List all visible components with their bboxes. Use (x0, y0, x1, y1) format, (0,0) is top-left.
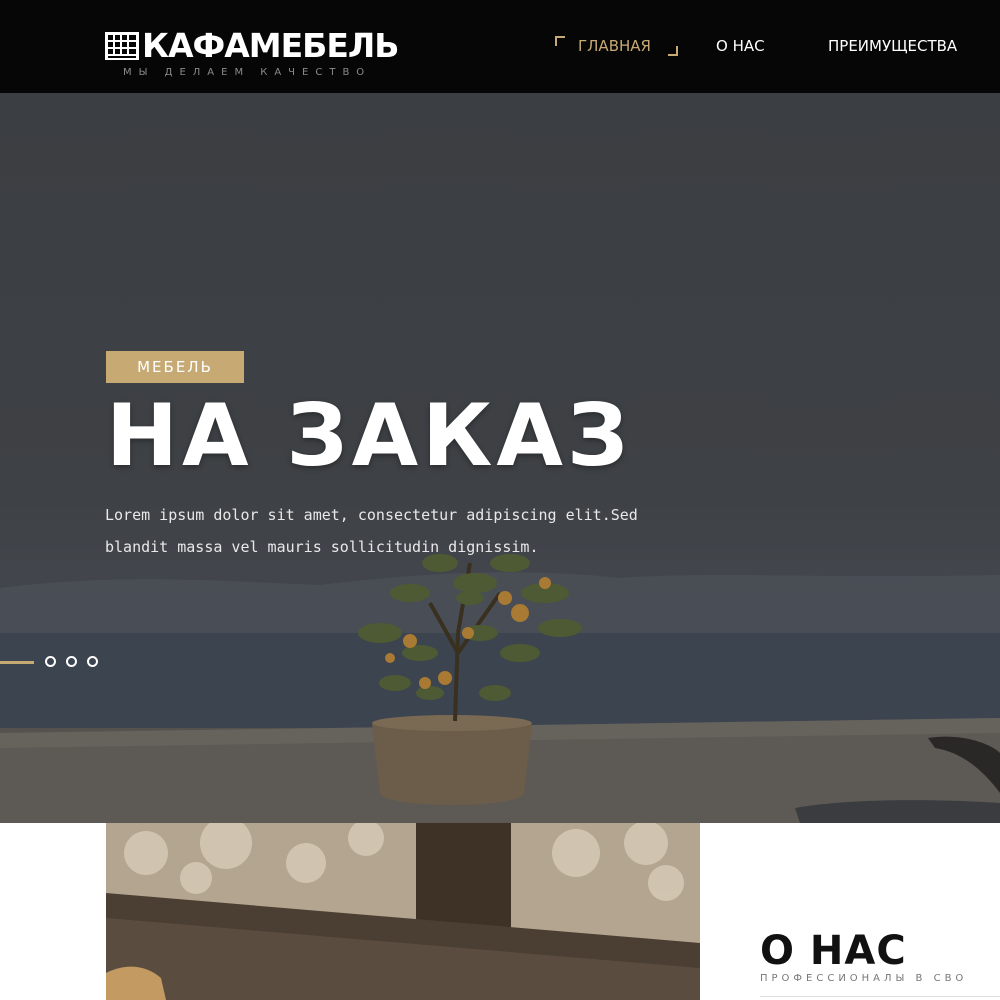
hero-badge: МЕБЕЛЬ (106, 351, 244, 383)
hero-slider: МЕБЕЛЬ НА ЗАКАЗ Lorem ipsum dolor sit am… (0, 93, 1000, 823)
about-divider (760, 996, 1000, 997)
logo[interactable]: КАФАМЕБЕЛЬ (104, 26, 399, 65)
about-subtitle: ПРОФЕССИОНАЛЫ В СВО (760, 973, 968, 984)
about-photo (106, 823, 700, 1000)
site-header: КАФАМЕБЕЛЬ МЫ ДЕЛАЕМ КАЧЕСТВО ГЛАВНАЯ О … (0, 0, 1000, 93)
slider-dot-3[interactable] (87, 656, 98, 667)
slider-dot-1[interactable] (45, 656, 56, 667)
nav-item-advantages[interactable]: ПРЕИМУЩЕСТВА (828, 37, 957, 55)
hero-description: Lorem ipsum dolor sit amet, consectetur … (105, 506, 638, 556)
about-image (106, 823, 700, 1000)
logo-text: КАФАМЕБЕЛЬ (142, 26, 399, 65)
nav-item-home[interactable]: ГЛАВНАЯ (578, 37, 651, 55)
hero-title: НА ЗАКАЗ (106, 386, 633, 486)
logo-tagline: МЫ ДЕЛАЕМ КАЧЕСТВО (123, 67, 372, 78)
about-title: О НАС (760, 928, 907, 974)
active-bracket-bottom-right (668, 46, 678, 56)
active-bracket-top-left (555, 36, 565, 46)
grid-table-icon (105, 32, 139, 60)
nav-item-about[interactable]: О НАС (716, 37, 765, 55)
slider-dot-2[interactable] (66, 656, 77, 667)
slider-progress-line (0, 661, 34, 664)
